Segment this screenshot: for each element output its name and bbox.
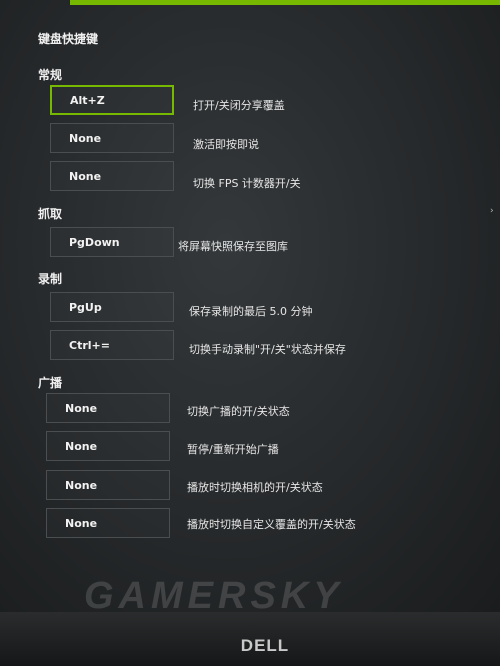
shortcut-key-toggle-custom-overlay[interactable]: None — [46, 508, 170, 538]
shortcut-desc-save-last-minutes: 保存录制的最后 5.0 分钟 — [189, 305, 313, 318]
section-capture: 抓取 — [38, 207, 63, 221]
scroll-arrow-icon: › — [490, 206, 494, 216]
shortcut-key-push-to-talk[interactable]: None — [50, 123, 174, 153]
shortcut-key-pause-broadcast[interactable]: None — [46, 431, 170, 461]
accent-bar — [70, 0, 500, 5]
section-general: 常规 — [38, 68, 63, 82]
monitor-screen: 键盘快捷键 常规 Alt+Z 打开/关闭分享覆盖 None 激活即按即说 Non… — [0, 0, 500, 612]
section-broadcast: 广播 — [38, 376, 63, 390]
shortcut-desc-manual-record: 切换手动录制"开/关"状态并保存 — [189, 343, 346, 356]
panel-title: 键盘快捷键 — [38, 32, 99, 46]
shortcut-desc-toggle-broadcast: 切换广播的开/关状态 — [187, 405, 290, 418]
shortcut-desc-fps-counter: 切换 FPS 计数器开/关 — [193, 177, 301, 190]
shortcut-key-save-last-minutes[interactable]: PgUp — [50, 292, 174, 322]
shortcut-key-toggle-broadcast[interactable]: None — [46, 393, 170, 423]
shortcut-key-screenshot[interactable]: PgDown — [50, 227, 174, 257]
shortcut-key-fps-counter[interactable]: None — [50, 161, 174, 191]
shortcut-desc-pause-broadcast: 暂停/重新开始广播 — [187, 443, 279, 456]
watermark: GAMERSKY — [84, 575, 344, 617]
shortcut-key-toggle-overlay[interactable]: Alt+Z — [50, 85, 174, 115]
shortcut-desc-toggle-overlay: 打开/关闭分享覆盖 — [193, 99, 285, 112]
dell-logo: DELL — [240, 636, 290, 655]
shortcut-desc-screenshot: 将屏幕快照保存至图库 — [178, 240, 288, 253]
section-record: 录制 — [38, 272, 63, 286]
shortcut-desc-toggle-camera: 播放时切换相机的开/关状态 — [187, 481, 323, 494]
shortcut-desc-toggle-custom-overlay: 播放时切换自定义覆盖的开/关状态 — [187, 518, 356, 531]
shortcut-key-toggle-camera[interactable]: None — [46, 470, 170, 500]
shortcut-desc-push-to-talk: 激活即按即说 — [193, 138, 259, 151]
shortcut-key-manual-record[interactable]: Ctrl+= — [50, 330, 174, 360]
